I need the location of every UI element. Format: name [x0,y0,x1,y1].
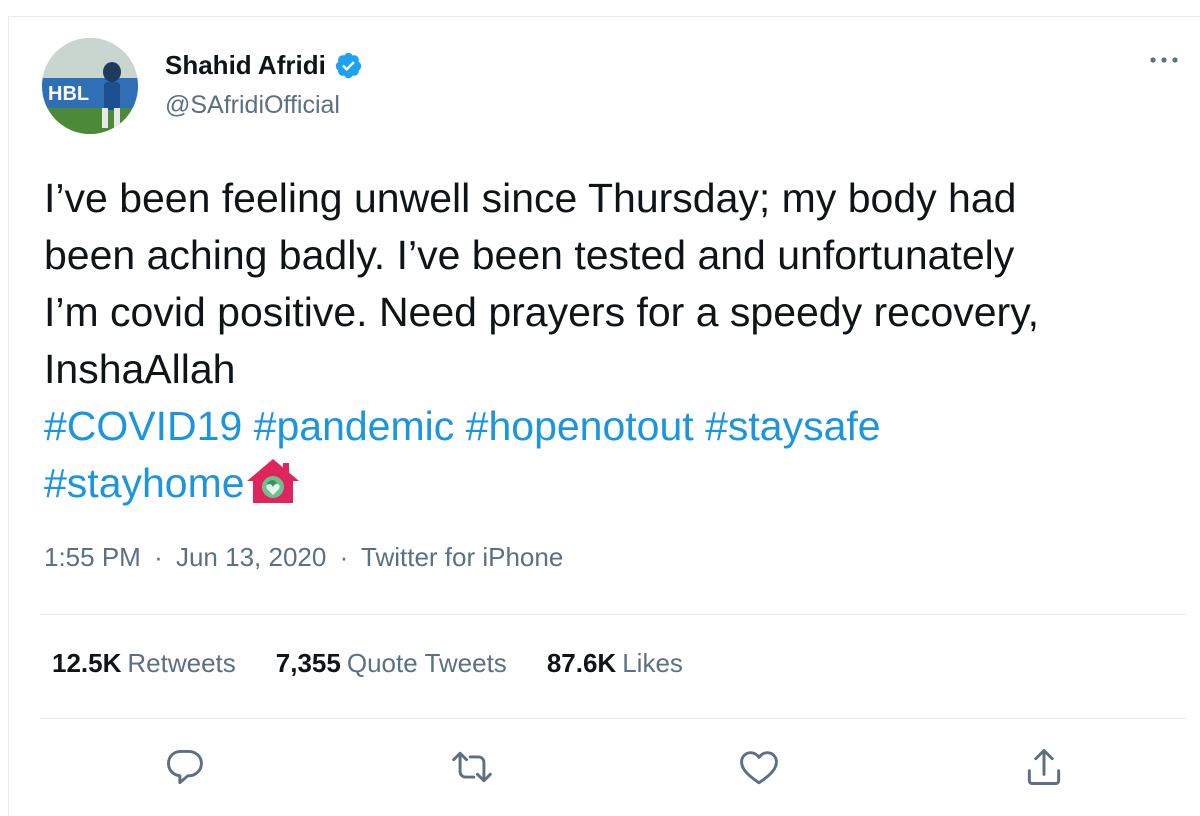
likes-stat[interactable]: 87.6K Likes [547,648,683,679]
tweet-stats: 12.5K Retweets 7,355 Quote Tweets 87.6K Lik… [52,648,723,679]
hashtag-link[interactable]: #pandemic [254,403,455,449]
likes-label: Likes [622,648,683,678]
tweet-source[interactable]: Twitter for iPhone [361,542,563,572]
hashtag-link[interactable]: #stayhome [44,460,245,506]
retweet-icon[interactable] [450,745,494,789]
retweets-label: Retweets [127,648,236,678]
tweet-meta: 1:55 PM · Jun 13, 2020 · Twitter for iPh… [44,542,563,573]
tweet-line: I’m covid positive. Need prayers for a s… [44,289,1040,335]
like-icon[interactable] [737,745,781,789]
divider [40,718,1186,719]
tweet-line: been aching badly. I’ve been tested and … [44,232,1015,278]
quote-tweets-count: 7,355 [275,648,341,678]
tweet-text: I’ve been feeling unwell since Thursday;… [44,170,1184,512]
tweet-date[interactable]: Jun 13, 2020 [176,542,326,572]
tweet-time[interactable]: 1:55 PM [44,542,141,572]
more-options-icon[interactable] [1146,50,1182,70]
quote-tweets-stat[interactable]: 7,355 Quote Tweets [276,648,507,679]
author-name-row[interactable]: Shahid Afridi [165,50,363,81]
hashtags-line: #COVID19 #pandemic #hopenotout #staysafe [44,398,1184,455]
retweets-count: 12.5K [52,648,122,678]
hashtag-link[interactable]: #hopenotout [466,403,694,449]
action-bar [0,745,1200,795]
reply-icon[interactable] [163,745,207,789]
author-handle[interactable]: @SAfridiOfficial [165,91,340,120]
avatar-logo-text: HBL [48,83,89,105]
meta-separator: · [154,542,163,572]
quote-tweets-label: Quote Tweets [346,648,507,678]
retweets-stat[interactable]: 12.5K Retweets [52,648,236,679]
house-with-heart-emoji-icon [246,459,299,503]
avatar-image: HBL [42,38,138,134]
hashtags-line: #stayhome [44,455,1184,512]
author-name[interactable]: Shahid Afridi [165,50,326,81]
share-icon[interactable] [1022,745,1066,789]
divider [40,614,1186,615]
verified-badge-icon [335,52,361,79]
avatar[interactable]: HBL [42,38,138,134]
tweet-line: InshaAllah [44,346,236,392]
hashtag-link[interactable]: #staysafe [705,403,881,449]
hashtag-link[interactable]: #COVID19 [44,403,242,449]
tweet-line: I’ve been feeling unwell since Thursday;… [44,175,1017,221]
meta-separator: · [339,542,349,572]
likes-count: 87.6K [546,648,617,678]
